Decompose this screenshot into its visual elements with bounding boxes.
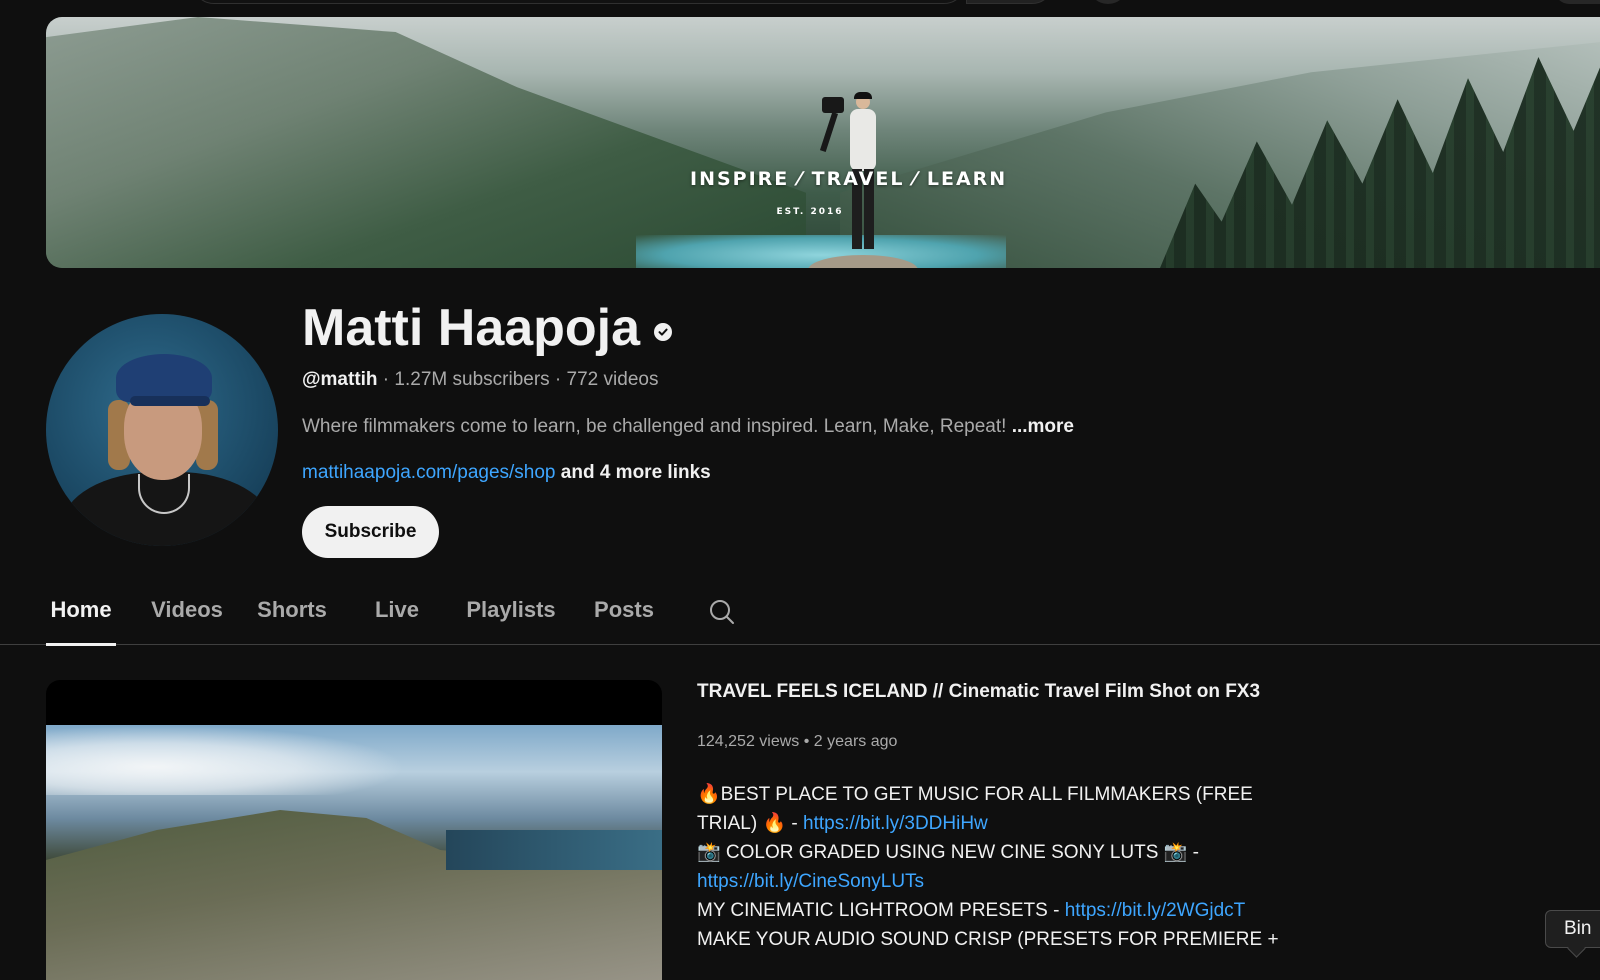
- masthead: [0, 0, 1600, 17]
- featured-video-meta: 124,252 views • 2 years ago: [697, 732, 897, 752]
- channel-banner: [46, 17, 1600, 268]
- meta-separator: ·: [377, 369, 395, 390]
- tab-shorts[interactable]: Shorts: [256, 586, 328, 645]
- channel-name: Matti Haapoja: [302, 299, 641, 357]
- tab-live[interactable]: Live: [374, 586, 420, 645]
- desc-link[interactable]: https://bit.ly/3DDHiHw: [803, 813, 988, 834]
- desc-line: TRIAL) 🔥 - https://bit.ly/3DDHiHw: [697, 809, 1277, 838]
- voice-search-button[interactable]: [1088, 0, 1128, 4]
- channel-tabs: Home Videos Shorts Live Playlists Posts: [0, 586, 1600, 646]
- channel-meta: @mattih · 1.27M subscribers · 772 videos: [302, 368, 658, 392]
- more-links-button[interactable]: and 4 more links: [561, 462, 711, 483]
- tab-posts[interactable]: Posts: [594, 586, 654, 645]
- channel-avatar[interactable]: [46, 314, 278, 546]
- subscribe-button[interactable]: Subscribe: [302, 506, 439, 558]
- masthead-search-input[interactable]: [192, 0, 966, 4]
- video-count: 772 videos: [566, 369, 659, 390]
- banner-mountain-left: [46, 17, 806, 268]
- tab-playlists[interactable]: Playlists: [466, 586, 556, 645]
- desc-link[interactable]: https://bit.ly/CineSonyLUTs: [697, 871, 924, 892]
- subscriber-count: 1.27M subscribers: [394, 369, 550, 390]
- verified-check-icon: [654, 323, 673, 341]
- video-clouds: [46, 725, 406, 795]
- featured-video-player[interactable]: [46, 680, 662, 980]
- featured-video-title[interactable]: TRAVEL FEELS ICELAND // Cinematic Travel…: [697, 680, 1260, 704]
- view-count: 124,252 views: [697, 733, 800, 750]
- desc-link[interactable]: https://bit.ly/2WGjdcT: [1065, 900, 1246, 921]
- upload-age: 2 years ago: [813, 733, 898, 750]
- channel-handle: @mattih: [302, 369, 378, 390]
- tab-home[interactable]: Home: [46, 586, 116, 646]
- masthead-search-button[interactable]: [966, 0, 1054, 4]
- shop-link[interactable]: mattihaapoja.com/pages/shop: [302, 462, 556, 483]
- meta-separator: ·: [549, 369, 567, 390]
- featured-video-description: 🔥BEST PLACE TO GET MUSIC FOR ALL FILMMAK…: [697, 780, 1279, 954]
- channel-description[interactable]: Where filmmakers come to learn, be chall…: [302, 415, 1074, 439]
- video-water: [446, 830, 662, 870]
- desc-text: TRIAL) 🔥 -: [697, 813, 803, 834]
- tab-videos[interactable]: Videos: [150, 586, 224, 645]
- channel-links: mattihaapoja.com/pages/shop and 4 more l…: [302, 461, 711, 485]
- desc-line: https://bit.ly/CineSonyLUTs: [697, 867, 1277, 896]
- desc-line: MAKE YOUR AUDIO SOUND CRISP (PRESETS FOR…: [697, 929, 1279, 950]
- banner-camera: [822, 97, 844, 113]
- banner-camera-rig: [819, 112, 839, 152]
- desc-line: MY CINEMATIC LIGHTROOM PRESETS - https:/…: [697, 896, 1277, 925]
- desc-line: 📸 COLOR GRADED USING NEW CINE SONY LUTS …: [697, 842, 1199, 863]
- banner-est: EST. 2016: [776, 207, 844, 217]
- desc-text: MY CINEMATIC LIGHTROOM PRESETS -: [697, 900, 1065, 921]
- channel-title: Matti Haapoja: [302, 296, 673, 360]
- meta-dot: •: [803, 733, 814, 750]
- description-text: Where filmmakers come to learn, be chall…: [302, 416, 1007, 437]
- channel-search-icon[interactable]: [708, 598, 736, 626]
- banner-tagline: INSPIRE ⁄ TRAVEL ⁄ LEARN: [690, 168, 1008, 190]
- desc-line: 🔥BEST PLACE TO GET MUSIC FOR ALL FILMMAK…: [697, 784, 1253, 805]
- tooltip: Bin: [1545, 910, 1600, 948]
- description-more-link[interactable]: ...more: [1012, 416, 1074, 437]
- masthead-right-button[interactable]: [1555, 0, 1600, 4]
